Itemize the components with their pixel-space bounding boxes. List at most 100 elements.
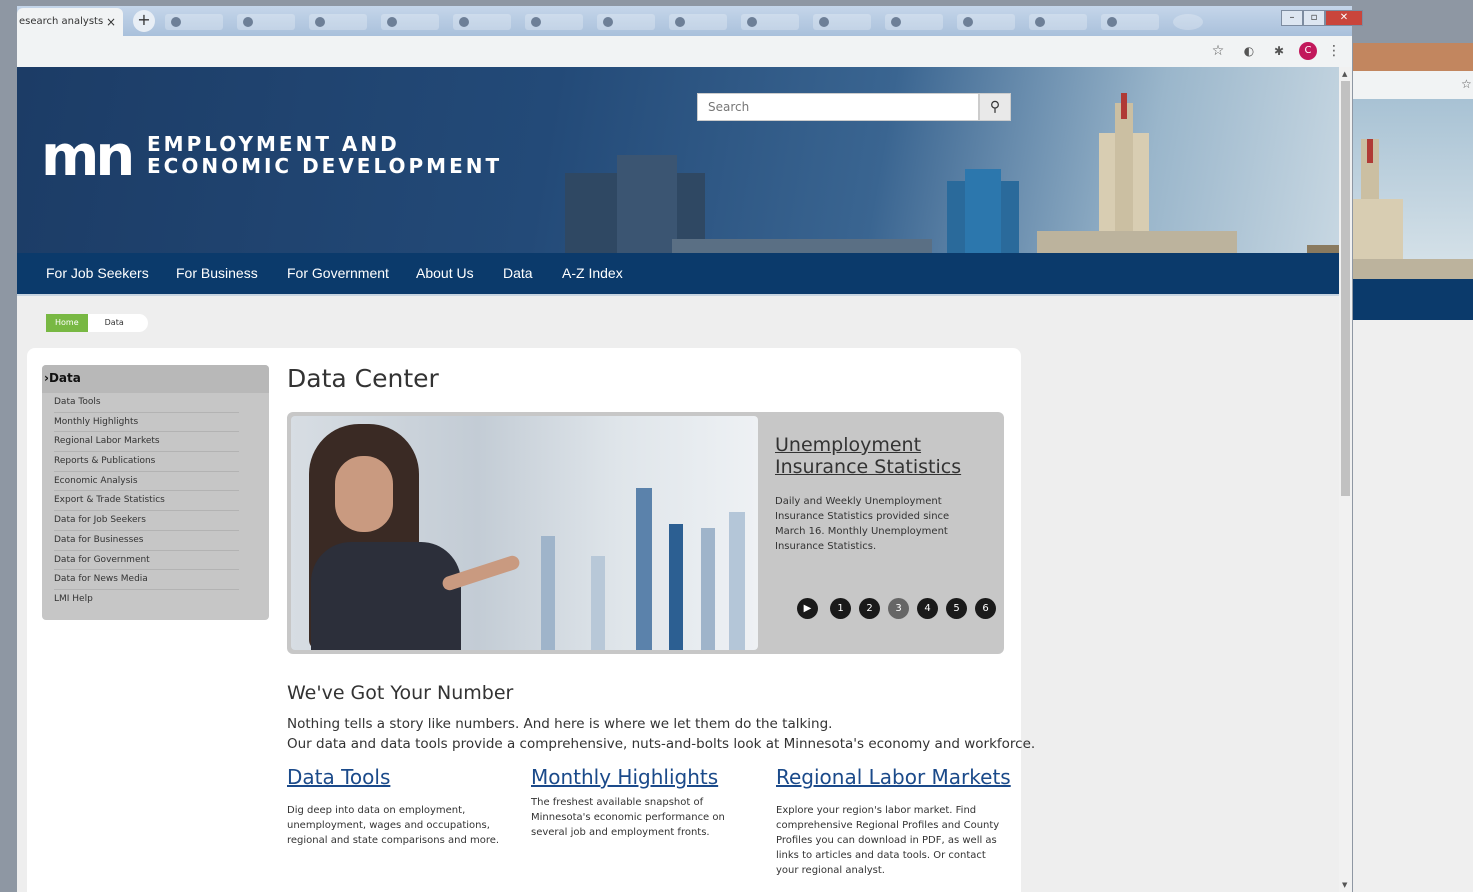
sidebar-item-export-trade[interactable]: Export & Trade Statistics — [54, 491, 239, 512]
sidebar-item-job-seekers[interactable]: Data for Job Seekers — [54, 511, 239, 531]
page-title: Data Center — [287, 364, 439, 393]
browser-tab[interactable] — [309, 14, 367, 30]
close-window-icon[interactable]: ✕ — [1325, 10, 1363, 26]
bookmark-star-icon[interactable]: ☆ — [1210, 43, 1226, 59]
breadcrumb: Home Data — [46, 314, 148, 332]
scrollbar-thumb[interactable] — [1341, 81, 1350, 496]
mn-logo[interactable]: mn — [41, 129, 135, 185]
extensions-puzzle-icon[interactable]: ✱ — [1271, 43, 1287, 59]
sidebar-heading[interactable]: ›Data — [42, 365, 269, 393]
feature-column-data-tools: Data Tools Dig deep into data on employm… — [287, 765, 512, 848]
building-graphic — [672, 239, 932, 253]
carousel-page-button[interactable]: 4 — [917, 598, 938, 619]
sidebar-item-lmi-help[interactable]: LMI Help — [54, 590, 239, 610]
sidebar-nav: ›Data Data Tools Monthly Highlights Regi… — [42, 365, 269, 620]
sidebar-item-data-tools[interactable]: Data Tools — [54, 393, 239, 413]
nav-item-about-us[interactable]: About Us — [416, 265, 474, 281]
browser-tab[interactable] — [957, 14, 1015, 30]
tower-light — [1367, 139, 1373, 163]
nav-item-job-seekers[interactable]: For Job Seekers — [46, 265, 149, 281]
background-window-body — [1353, 320, 1473, 892]
search-input[interactable]: Search — [697, 93, 979, 121]
browser-tab[interactable] — [1173, 14, 1203, 30]
building-graphic — [1037, 231, 1237, 253]
browser-tab[interactable] — [1101, 14, 1159, 30]
breadcrumb-home[interactable]: Home — [46, 314, 88, 332]
background-window-titlebar — [1353, 43, 1473, 71]
web-page: mn EMPLOYMENT AND ECONOMIC DEVELOPMENT S… — [17, 67, 1339, 892]
carousel-page-button[interactable]: 5 — [946, 598, 967, 619]
bar-graphic — [729, 512, 745, 650]
carousel-description: Daily and Weekly Unemployment Insurance … — [775, 496, 950, 552]
browser-tab[interactable] — [597, 14, 655, 30]
browser-tab[interactable] — [813, 14, 871, 30]
profile-avatar[interactable]: C — [1299, 42, 1317, 60]
window-controls: – ▫ ✕ — [1281, 10, 1363, 26]
monthly-highlights-link[interactable]: Monthly Highlights — [531, 765, 741, 789]
browser-tab[interactable] — [525, 14, 583, 30]
background-window[interactable]: ☆ — [1353, 43, 1473, 892]
carousel-page-button[interactable]: 6 — [975, 598, 996, 619]
browser-menu-icon[interactable]: ⋮ — [1326, 43, 1342, 59]
nav-item-az-index[interactable]: A-Z Index — [562, 265, 623, 281]
sidebar-item-monthly-highlights[interactable]: Monthly Highlights — [54, 413, 239, 433]
column-description: Explore your region's labor market. Find… — [776, 805, 1000, 876]
extension-icon[interactable]: ◐ — [1241, 43, 1257, 59]
browser-tab[interactable] — [381, 14, 439, 30]
tab-close-icon[interactable]: × — [106, 15, 116, 29]
carousel-page-button-active[interactable]: 3 — [888, 598, 909, 619]
person-face-graphic — [335, 456, 393, 532]
carousel-pager: ▶ 1 2 3 4 5 6 — [797, 598, 996, 619]
browser-tab[interactable] — [885, 14, 943, 30]
intro-line: Nothing tells a story like numbers. And … — [287, 716, 833, 732]
nav-item-government[interactable]: For Government — [287, 265, 389, 281]
carousel-page-button[interactable]: 2 — [859, 598, 880, 619]
sidebar-item-reports[interactable]: Reports & Publications — [54, 452, 239, 472]
tower-light — [1121, 93, 1127, 119]
scroll-down-icon[interactable]: ▼ — [1342, 881, 1347, 889]
background-window-banner — [1353, 99, 1473, 279]
browser-tab[interactable] — [237, 14, 295, 30]
bar-graphic — [541, 536, 555, 650]
sidebar-item-economic-analysis[interactable]: Economic Analysis — [54, 472, 239, 492]
browser-tab[interactable] — [669, 14, 727, 30]
browser-tab[interactable] — [165, 14, 223, 30]
search-icon[interactable]: ⚲ — [979, 93, 1011, 121]
agency-name[interactable]: EMPLOYMENT AND ECONOMIC DEVELOPMENT — [147, 133, 502, 177]
restore-icon[interactable]: ▫ — [1303, 10, 1325, 26]
play-icon[interactable]: ▶ — [797, 598, 818, 619]
hero-image[interactable] — [291, 416, 758, 650]
header-banner: mn EMPLOYMENT AND ECONOMIC DEVELOPMENT S… — [17, 67, 1339, 253]
agency-name-line1: EMPLOYMENT AND — [147, 132, 400, 156]
new-tab-button[interactable]: + — [133, 10, 155, 32]
sidebar-item-regional-labor-markets[interactable]: Regional Labor Markets — [54, 432, 239, 453]
nav-item-business[interactable]: For Business — [176, 265, 258, 281]
feature-column-monthly-highlights: Monthly Highlights The freshest availabl… — [531, 765, 741, 840]
sidebar-item-news-media[interactable]: Data for News Media — [54, 570, 239, 590]
agency-name-line2: ECONOMIC DEVELOPMENT — [147, 154, 503, 178]
browser-tab[interactable] — [1029, 14, 1087, 30]
building-graphic — [1307, 245, 1339, 253]
feature-column-regional-labor-markets: Regional Labor Markets Explore your regi… — [776, 765, 1011, 878]
intro-line: Our data and data tools provide a compre… — [287, 736, 1036, 752]
building-graphic — [1353, 259, 1473, 279]
breadcrumb-current: Data — [87, 314, 148, 332]
browser-tab-active[interactable]: esearch analysts × — [17, 8, 123, 38]
nav-item-data[interactable]: Data — [503, 265, 533, 281]
scroll-up-icon[interactable]: ▲ — [1342, 70, 1347, 78]
building-graphic — [965, 169, 1001, 253]
column-description: Dig deep into data on employment, unempl… — [287, 805, 500, 846]
regional-labor-markets-link[interactable]: Regional Labor Markets — [776, 765, 1011, 789]
column-description: The freshest available snapshot of Minne… — [531, 797, 725, 838]
sidebar-item-businesses[interactable]: Data for Businesses — [54, 531, 239, 551]
carousel-title-link[interactable]: Unemployment Insurance Statistics — [775, 434, 975, 478]
sidebar-item-government[interactable]: Data for Government — [54, 551, 239, 571]
bookmark-star-icon: ☆ — [1461, 77, 1472, 91]
page-scrollbar[interactable]: ▲ ▼ — [1339, 67, 1352, 892]
data-tools-link[interactable]: Data Tools — [287, 765, 512, 789]
browser-tab[interactable] — [453, 14, 511, 30]
browser-tab[interactable] — [741, 14, 799, 30]
minimize-icon[interactable]: – — [1281, 10, 1303, 26]
carousel-page-button[interactable]: 1 — [830, 598, 851, 619]
background-window-toolbar: ☆ — [1353, 71, 1473, 99]
